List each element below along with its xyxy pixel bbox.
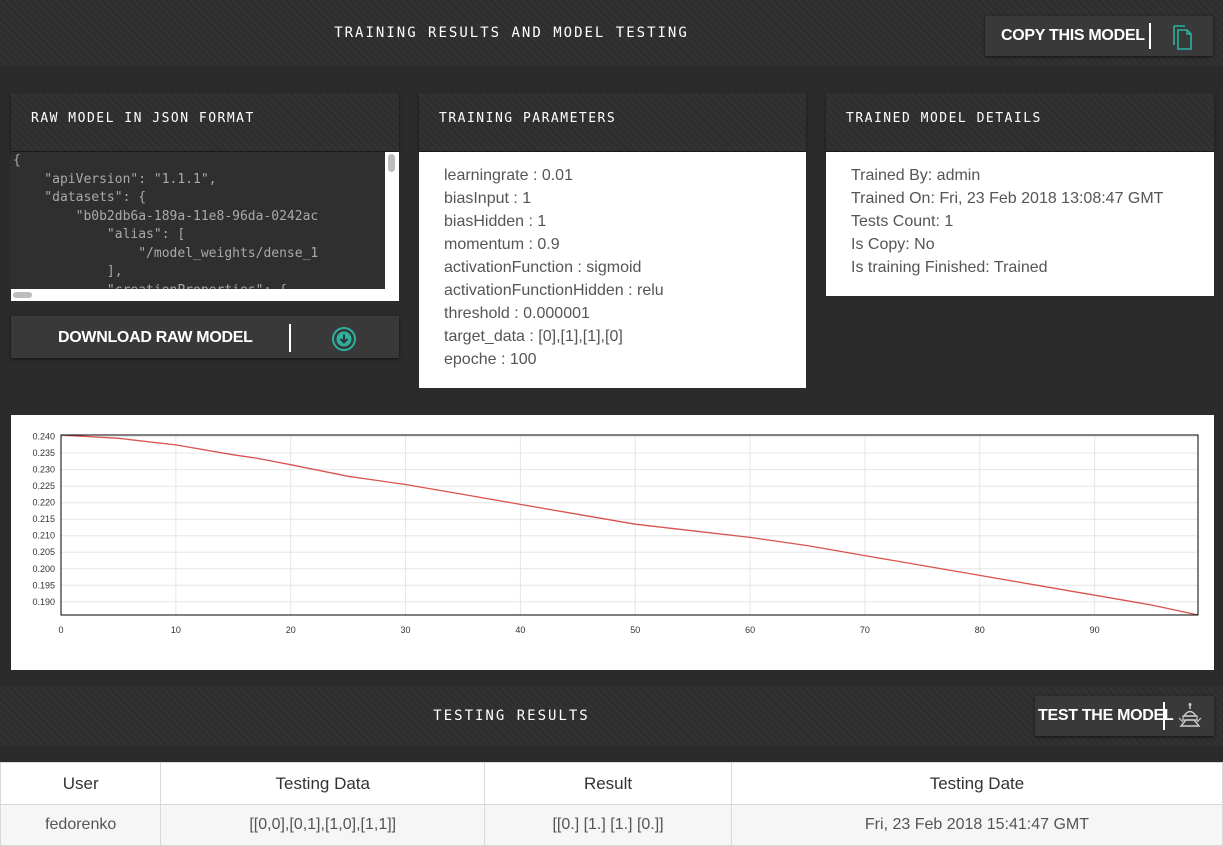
chart-y-tick-label: 0.190 [32, 597, 55, 607]
cell-testing-data: [[0,0],[0,1],[1,0],[1,1]] [160, 804, 486, 846]
testing-results-title: TESTING RESULTS [433, 708, 590, 724]
json-vertical-scrollbar[interactable] [385, 152, 399, 289]
chart-y-tick-label: 0.195 [32, 580, 55, 590]
param-item: biasHidden : 1 [444, 213, 547, 230]
param-item: learningrate : 0.01 [444, 167, 573, 184]
model-details-header: TRAINED MODEL DETAILS [826, 93, 1214, 151]
chart-x-tick-label: 40 [515, 625, 525, 635]
copy-model-button[interactable]: COPY THIS MODEL [985, 16, 1213, 56]
param-item: epoche : 100 [444, 351, 537, 368]
cell-user: fedorenko [0, 804, 162, 846]
chart-y-tick-label: 0.235 [32, 448, 55, 458]
button-separator [1163, 702, 1165, 730]
chart-x-tick-label: 20 [286, 625, 296, 635]
raw-model-title: RAW MODEL IN JSON FORMAT [31, 111, 255, 126]
copy-model-label: COPY THIS MODEL [1001, 27, 1145, 44]
chart-y-tick-label: 0.220 [32, 498, 55, 508]
training-parameters-list: learningrate : 0.01 biasInput : 1 biasHi… [419, 152, 806, 388]
param-item: threshold : 0.000001 [444, 305, 590, 322]
param-item: biasInput : 1 [444, 190, 532, 207]
test-model-button[interactable]: TEST THE MODEL [1035, 696, 1214, 736]
param-item: target_data : [0],[1],[1],[0] [444, 328, 623, 345]
top-bar: TRAINING RESULTS AND MODEL TESTING COPY … [0, 0, 1223, 66]
model-details-list: Trained By: admin Trained On: Fri, 23 Fe… [826, 152, 1214, 296]
column-header-user: User [0, 762, 162, 805]
testing-results-table: User Testing Data Result Testing Date fe… [0, 762, 1223, 846]
chart-y-tick-label: 0.210 [32, 531, 55, 541]
chart-plot-frame [60, 434, 1199, 616]
param-item: activationFunction : sigmoid [444, 259, 642, 276]
column-header-testing-data: Testing Data [160, 762, 486, 805]
chart-y-tick-label: 0.240 [32, 432, 55, 442]
chart-x-tick-label: 80 [975, 625, 985, 635]
chart-y-tick-label: 0.230 [32, 465, 55, 475]
json-horizontal-scrollbar[interactable] [11, 289, 399, 301]
training-error-chart-card: 0.190 0.195 0.200 0.205 0.210 0.215 0.220 0.225… [11, 415, 1214, 670]
download-raw-model-button[interactable]: DOWNLOAD RAW MODEL [11, 316, 399, 358]
training-parameters-header: TRAINING PARAMETERS [419, 93, 806, 151]
column-header-result: Result [484, 762, 732, 805]
chart-x-tick-label: 90 [1090, 625, 1100, 635]
detail-item: Tests Count: 1 [851, 213, 954, 230]
raw-model-json-text: { "apiVersion": "1.1.1", "datasets": { "… [13, 153, 319, 298]
chart-y-tick-label: 0.215 [32, 514, 55, 524]
table-row: fedorenko [[0,0],[0,1],[1,0],[1,1]] [[0.… [0, 804, 1223, 846]
chart-x-tick-label: 30 [401, 625, 411, 635]
column-header-testing-date: Testing Date [730, 762, 1223, 805]
chart-y-tick-label: 0.200 [32, 564, 55, 574]
test-model-label: TEST THE MODEL [1038, 707, 1174, 724]
chart-x-tick-label: 10 [171, 625, 181, 635]
raw-model-json-viewer[interactable]: { "apiVersion": "1.1.1", "datasets": { "… [11, 152, 399, 301]
chart-x-tick-label: 60 [745, 625, 755, 635]
chart-x-tick-label: 0 [58, 625, 63, 635]
param-item: momentum : 0.9 [444, 236, 560, 253]
chart-y-tick-label: 0.205 [32, 547, 55, 557]
cell-result: [[0.] [1.] [1.] [0.]] [484, 804, 732, 846]
page-title: TRAINING RESULTS AND MODEL TESTING [334, 25, 689, 41]
training-parameters-title: TRAINING PARAMETERS [439, 111, 617, 126]
detail-item: Is Copy: No [851, 236, 935, 253]
button-separator [289, 324, 291, 352]
cell-testing-date: Fri, 23 Feb 2018 15:41:47 GMT [730, 804, 1223, 846]
detail-item: Is training Finished: Trained [851, 259, 1048, 276]
robot-icon [1177, 702, 1203, 735]
chart-series-line [60, 434, 1199, 616]
download-raw-model-label: DOWNLOAD RAW MODEL [58, 329, 253, 346]
detail-item: Trained By: admin [851, 167, 981, 184]
table-header-row: User Testing Data Result Testing Date [0, 762, 1223, 805]
raw-model-header: RAW MODEL IN JSON FORMAT [11, 93, 399, 151]
chart-y-tick-label: 0.225 [32, 481, 55, 491]
detail-item: Trained On: Fri, 23 Feb 2018 13:08:47 GM… [851, 190, 1164, 207]
button-separator [1149, 23, 1151, 49]
chart-x-tick-label: 70 [860, 625, 870, 635]
testing-results-bar: TESTING RESULTS TEST THE MODEL [0, 686, 1223, 746]
download-circle-icon [331, 326, 357, 357]
param-item: activationFunctionHidden : relu [444, 282, 664, 299]
chart-x-tick-label: 50 [630, 625, 640, 635]
copy-icon [1170, 23, 1194, 56]
training-error-chart: 0.190 0.195 0.200 0.205 0.210 0.215 0.220 0.225… [32, 432, 1199, 635]
model-details-title: TRAINED MODEL DETAILS [846, 111, 1042, 126]
